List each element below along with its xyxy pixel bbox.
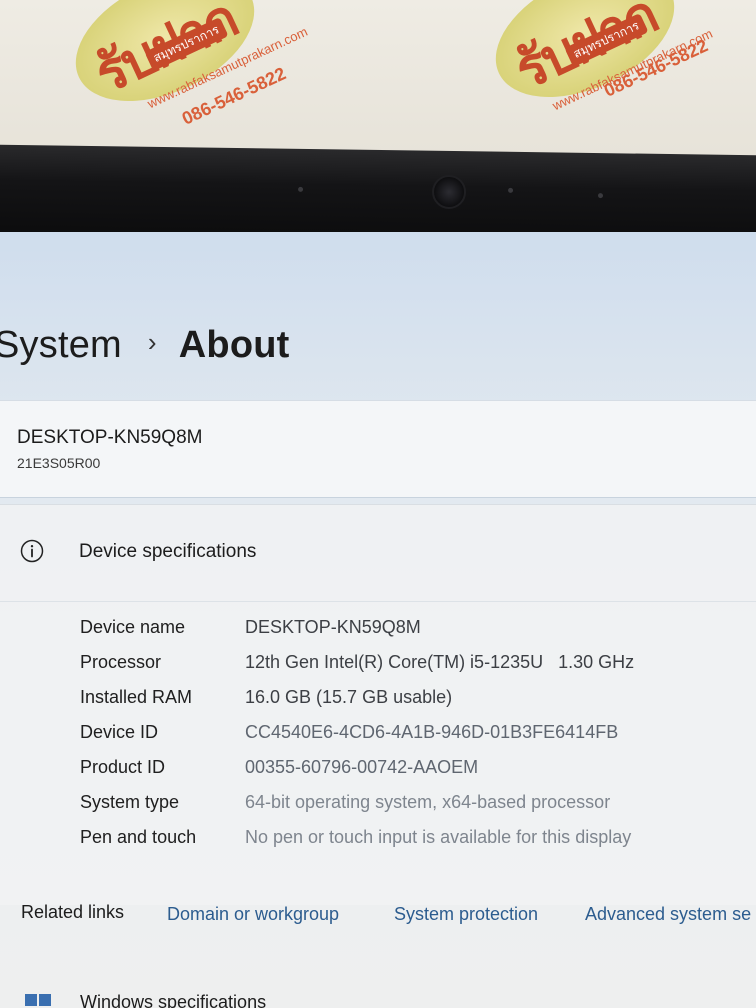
page-title: About <box>178 324 290 366</box>
system-protection-link[interactable]: System protection <box>394 904 538 925</box>
breadcrumb-chevron-icon: › <box>147 327 157 357</box>
spec-label: Installed RAM <box>80 687 193 707</box>
device-model: 21E3S05R00 <box>17 455 101 471</box>
related-links: Related links Domain or workgroup System… <box>0 892 756 942</box>
spec-value: CC4540E6-4CD6-4A1B-946D-01B3FE6414FB <box>245 722 619 742</box>
spec-row-system-type: System type 64-bit operating system, x64… <box>0 792 756 827</box>
windows-icon <box>25 994 51 1006</box>
spec-label: Processor <box>80 652 162 672</box>
advanced-system-settings-link[interactable]: Advanced system se <box>585 904 751 925</box>
info-icon <box>20 539 44 563</box>
device-specifications-header[interactable]: Device specifications <box>0 505 756 602</box>
domain-or-workgroup-link[interactable]: Domain or workgroup <box>167 904 339 925</box>
spec-value: 00355-60796-00742-AAOEM <box>245 757 479 777</box>
spec-label: Pen and touch <box>80 827 197 847</box>
device-name-heading: DESKTOP-KN59Q8M <box>17 427 203 448</box>
sticker-backdrop: รับฝาก สมุทรปราการ www.rabfaksamutprakar… <box>0 0 756 170</box>
spec-row-device-id: Device ID CC4540E6-4CD6-4A1B-946D-01B3FE… <box>0 722 756 757</box>
spec-label: Device name <box>80 617 186 637</box>
spec-value: 12th Gen Intel(R) Core(TM) i5-1235U 1.30… <box>245 652 635 672</box>
bezel-sensor <box>508 187 514 193</box>
breadcrumb-parent[interactable]: System <box>0 324 122 366</box>
spec-row-pen-and-touch: Pen and touch No pen or touch input is a… <box>0 827 756 862</box>
breadcrumb: System › About <box>0 324 290 367</box>
spec-row-processor: Processor 12th Gen Intel(R) Core(TM) i5-… <box>0 652 756 687</box>
spec-label: Device ID <box>80 722 159 742</box>
bezel-sensor <box>298 186 304 192</box>
spec-label: System type <box>80 792 180 812</box>
related-links-label: Related links <box>21 902 125 922</box>
spec-value: No pen or touch input is available for t… <box>245 827 632 847</box>
windows-specifications-title: Windows specifications <box>80 992 267 1008</box>
device-card: DESKTOP-KN59Q8M 21E3S05R00 <box>0 400 756 498</box>
spec-row-installed-ram: Installed RAM 16.0 GB (15.7 GB usable) <box>0 687 756 722</box>
photo-stage: รับฝาก สมุทรปราการ www.rabfaksamutprakar… <box>0 0 756 1008</box>
spec-row-product-id: Product ID 00355-60796-00742-AAOEM <box>0 757 756 792</box>
device-specifications-title: Device specifications <box>79 541 257 562</box>
bezel-sensor <box>597 193 604 199</box>
windows-specifications-header[interactable]: Windows specifications <box>0 984 756 1008</box>
spec-value: 16.0 GB (15.7 GB usable) <box>245 687 453 707</box>
settings-window: System › About DESKTOP-KN59Q8M 21E3S05R00 … <box>0 232 756 1008</box>
spec-value: DESKTOP-KN59Q8M <box>245 617 421 637</box>
spec-label: Product ID <box>80 757 166 777</box>
spec-value: 64-bit operating system, x64-based proce… <box>245 792 611 812</box>
device-specifications-panel: Device specifications Device name DESKTO… <box>0 504 756 905</box>
laptop-bezel <box>0 144 756 246</box>
spec-row-device-name: Device name DESKTOP-KN59Q8M <box>0 617 756 652</box>
webcam-icon <box>431 174 467 210</box>
